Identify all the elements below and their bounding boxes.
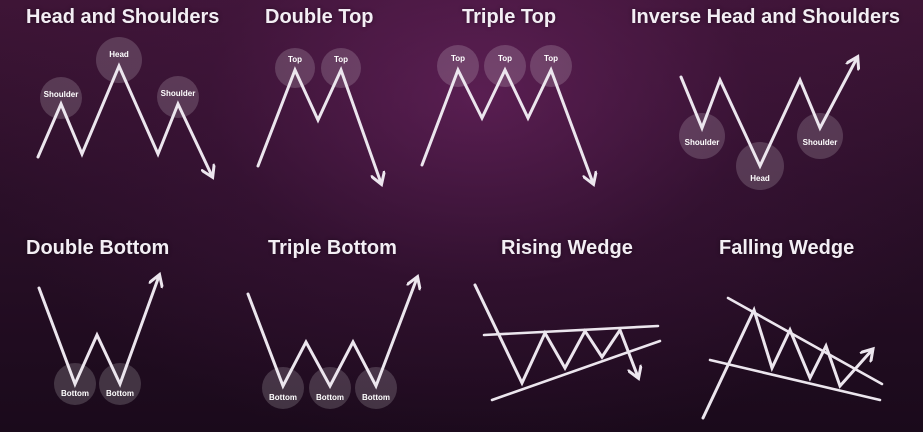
label-top-2: Top [334,55,348,64]
top-bubble-2 [484,45,526,87]
label-head: Head [750,174,770,183]
label-bottom-2: Bottom [316,393,344,402]
wedge-upper-trendline [482,324,660,337]
pattern-rising-wedge [473,283,662,402]
label-top-3: Top [544,54,558,63]
label-bottom-1: Bottom [61,389,89,398]
pattern-double-top: Top Top [256,48,381,183]
label-bottom-1: Bottom [269,393,297,402]
pattern-inverse-head-and-shoulders: Shoulder Head Shoulder [679,58,857,190]
patterns-illustration: Shoulder Head Shoulder Top Top Top Top T… [36,37,884,420]
label-head: Head [109,50,129,59]
label-top-2: Top [498,54,512,63]
label-top-1: Top [288,55,302,64]
top-bubble-1 [437,45,479,87]
rising-wedge-price-line [473,283,638,387]
pattern-double-bottom: Bottom Bottom [37,276,159,405]
label-shoulder-left: Shoulder [44,90,79,99]
pattern-triple-top: Top Top Top [420,45,593,183]
pattern-head-and-shoulders: Shoulder Head Shoulder [36,37,212,176]
double-bottom-line [37,276,159,388]
label-bottom-3: Bottom [362,393,390,402]
label-bottom-2: Bottom [106,389,134,398]
shoulder-bubble-left [679,113,725,159]
triple-top-line [420,66,593,183]
wedge-lower-trendline [708,358,882,402]
pattern-falling-wedge [701,296,884,420]
double-top-line [256,66,381,183]
wedge-upper-trendline [726,296,884,386]
label-top-1: Top [451,54,465,63]
label-shoulder-right: Shoulder [803,138,838,147]
chart-patterns-canvas: Head and Shoulders Double Top Triple Top… [0,0,923,432]
label-shoulder-left: Shoulder [685,138,720,147]
shoulder-bubble-right [797,113,843,159]
top-bubble-3 [530,45,572,87]
label-shoulder-right: Shoulder [161,89,196,98]
pattern-triple-bottom: Bottom Bottom Bottom [246,278,417,409]
head-bubble [96,37,142,83]
